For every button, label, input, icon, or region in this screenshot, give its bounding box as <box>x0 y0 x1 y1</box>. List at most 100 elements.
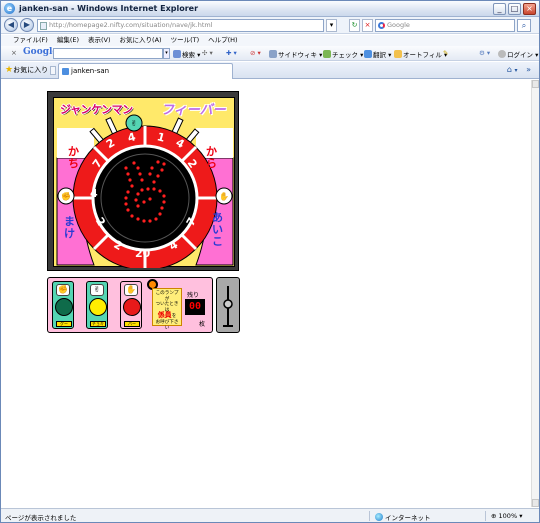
rock-bulb <box>55 298 73 316</box>
zoom-control[interactable]: ⊕ 100% ▾ <box>491 512 522 520</box>
menu-edit[interactable]: 編集(E) <box>57 35 79 46</box>
scroll-down-arrow[interactable] <box>532 499 539 507</box>
menu-tools[interactable]: ツール(T) <box>171 35 200 46</box>
translate-icon <box>364 50 372 58</box>
menu-file[interactable]: ファイル(F) <box>13 35 48 46</box>
window-title: janken-san - Windows Internet Explorer <box>19 4 199 13</box>
translate-label: 翻訳 <box>373 51 386 59</box>
paper-lamp[interactable]: ✋ パー <box>120 281 142 329</box>
lever-icon <box>223 286 233 327</box>
plus-button[interactable]: ✚ ▾ <box>226 49 237 57</box>
svg-text:✌: ✌ <box>131 119 138 128</box>
ie-logo-icon: e <box>4 3 15 14</box>
menu-bar: ファイル(F) 編集(E) 表示(V) お気に入り(A) ツール(T) ヘルプ(… <box>1 35 539 46</box>
title-bar: e janken-san - Windows Internet Explorer… <box>1 1 539 17</box>
address-bar[interactable]: http://homepage2.nifty.com/situation/nav… <box>37 19 324 32</box>
lamp-panel: ✊ グー ✌ チョキ ✋ パー このランプが ついたときは 係員を お呼び下さい… <box>47 277 213 333</box>
sidewiki-button[interactable]: サイドウィキ ▾ <box>269 49 322 59</box>
search-placeholder: Google <box>387 21 410 29</box>
status-text: ページが表示されました <box>5 514 77 522</box>
close-button[interactable]: × <box>523 3 536 15</box>
login-circle-icon <box>498 50 506 58</box>
autofill-button[interactable]: オートフィル ▾ <box>394 49 447 59</box>
close-toolbar-icon[interactable]: × <box>11 49 17 57</box>
notice-line-3: を <box>171 314 177 320</box>
google-search-button[interactable]: 検索 ▾ <box>173 49 200 59</box>
lever-panel[interactable] <box>216 277 240 333</box>
search-label: 検索 <box>182 51 195 59</box>
menu-favorites[interactable]: お気に入り(A) <box>120 35 162 46</box>
login-label: ログイン <box>507 51 533 59</box>
lose-label: まけ <box>64 215 75 240</box>
sidewiki-label: サイドウィキ <box>278 51 317 59</box>
translate-button[interactable]: 翻訳 ▾ <box>364 49 391 59</box>
zoom-icon: ⊕ <box>491 512 497 520</box>
tab-label: janken-san <box>71 67 110 75</box>
search-grid-icon <box>173 50 181 58</box>
home-dropdown-icon[interactable]: ▾ <box>515 67 518 74</box>
minimize-button[interactable]: _ <box>493 3 506 15</box>
more-commands-icon[interactable]: » <box>526 65 531 74</box>
stop-button[interactable]: × <box>362 19 373 32</box>
popup-blocker-button[interactable]: ⊘ ▾ <box>250 49 261 57</box>
paper-tag: パー <box>124 321 140 327</box>
svg-text:✋: ✋ <box>219 191 229 201</box>
rock-tag: グー <box>56 321 72 327</box>
unit-label: 枚 <box>199 321 206 328</box>
search-box[interactable]: Google <box>375 19 515 32</box>
slot-panel: ジャンケンマン フィーバー ✌ ✊ ✋ 2 4 7 1 4 2 4 2 20 2… <box>53 97 235 268</box>
google-search-input[interactable] <box>53 48 163 59</box>
favorites-label: お気に入り <box>13 66 49 74</box>
favorites-button[interactable]: ★お気に入り <box>5 65 48 75</box>
win-label: かち <box>68 145 79 170</box>
zone-label: インターネット <box>385 514 431 522</box>
security-zone[interactable]: インターネット <box>375 512 431 522</box>
menu-help[interactable]: ヘルプ(H) <box>208 35 237 46</box>
notice-line-1: このランプが <box>155 291 179 302</box>
hand-badge-top: ✌ <box>125 114 143 132</box>
tab-janken-san[interactable]: janken-san <box>58 63 233 79</box>
rock-lamp[interactable]: ✊ グー <box>52 281 74 329</box>
autofill-label: オートフィル <box>403 51 442 59</box>
tab-page-icon <box>62 68 69 75</box>
highlight-pen-icon[interactable]: ✎ <box>443 49 448 57</box>
zoom-level: 100% <box>498 512 518 520</box>
google-search-dropdown[interactable]: ▾ <box>163 48 170 59</box>
scissors-bulb <box>89 298 107 316</box>
google-search-icon <box>378 22 385 29</box>
home-icon[interactable]: ⌂ <box>507 65 512 74</box>
tab-row: ★お気に入り janken-san ⌂ ▾ » <box>1 62 539 79</box>
wheel-number: 4 <box>90 187 98 200</box>
draw-label: あいこ <box>212 211 223 248</box>
scissors-lamp[interactable]: ✌ チョキ <box>86 281 108 329</box>
address-url: http://homepage2.nifty.com/situation/nav… <box>49 21 213 29</box>
pin-tools[interactable]: ✣ ▾ <box>202 49 213 57</box>
settings-wrench-icon[interactable]: ⚙ ▾ <box>479 49 490 57</box>
forward-button[interactable]: ▶ <box>20 18 34 32</box>
refresh-button[interactable]: ↻ <box>349 19 360 32</box>
check-button[interactable]: チェック ▾ <box>323 49 363 59</box>
scissors-tag: チョキ <box>90 321 106 327</box>
back-button[interactable]: ◀ <box>4 18 18 32</box>
address-dropdown-button[interactable]: ▾ <box>326 19 337 32</box>
remaining-label: 残り <box>187 292 200 299</box>
maximize-button[interactable]: □ <box>508 3 521 15</box>
svg-text:✊: ✊ <box>61 192 71 201</box>
autofill-icon <box>394 50 402 58</box>
notice-staff: 係員 <box>157 311 172 320</box>
remaining-counter: 00 <box>185 299 205 315</box>
paper-hand-icon: ✋ <box>124 284 138 296</box>
menu-view[interactable]: 表示(V) <box>88 35 111 46</box>
search-button[interactable]: ⌕ <box>517 19 531 32</box>
scroll-up-arrow[interactable] <box>532 80 539 88</box>
staff-call-notice: このランプが ついたときは 係員を お呼び下さい <box>152 288 182 331</box>
favorites-star-icon: ★ <box>5 65 14 75</box>
check-label: チェック <box>332 51 358 59</box>
status-divider <box>369 511 370 521</box>
tab-list-button[interactable] <box>50 66 56 75</box>
vertical-scrollbar[interactable] <box>531 80 539 507</box>
login-button[interactable]: ログイン ▾ <box>498 49 538 59</box>
wheel-number: 20 <box>135 247 151 260</box>
hand-badge-right: ✋ <box>215 187 233 205</box>
blank-label: から <box>206 145 217 170</box>
